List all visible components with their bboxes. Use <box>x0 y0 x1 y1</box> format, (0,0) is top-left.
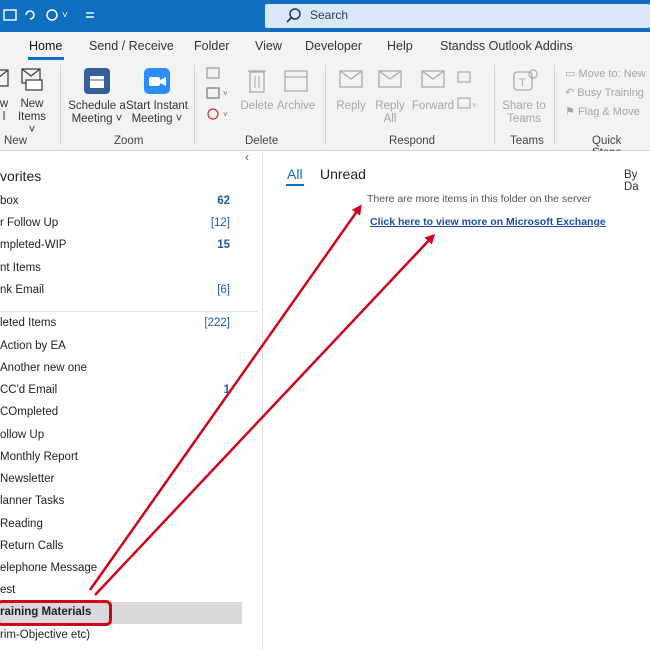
annotation-arrow-1 <box>88 204 362 591</box>
annotation-arrows <box>88 204 436 596</box>
annotation-arrow-2 <box>94 233 436 596</box>
